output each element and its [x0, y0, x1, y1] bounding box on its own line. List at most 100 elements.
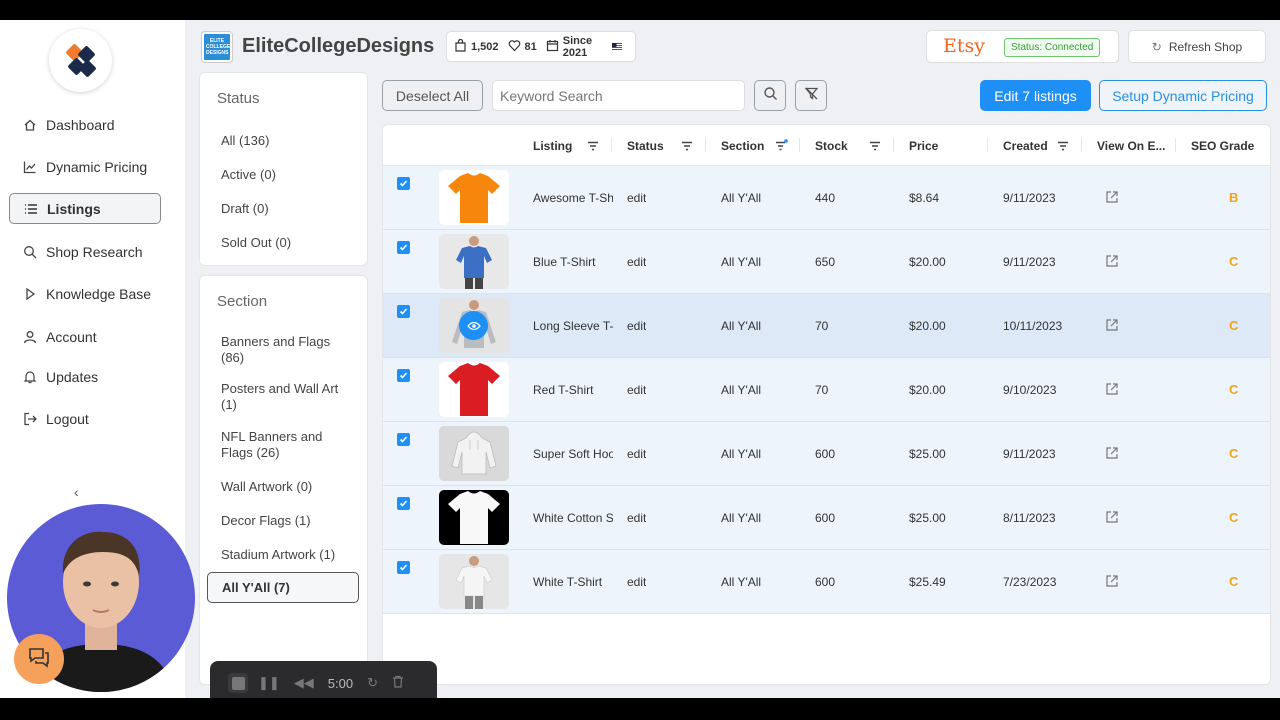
filter-icon[interactable] — [587, 139, 599, 157]
row-checkbox[interactable] — [397, 305, 410, 318]
table-row[interactable]: Red T-Shirt edit All Y'All 70 $20.00 9/1… — [383, 358, 1270, 422]
nav-dashboard[interactable]: Dashboard — [9, 109, 161, 140]
col-stock[interactable]: Stock — [815, 139, 848, 153]
table-row[interactable]: Super Soft Hoodie edit All Y'All 600 $25… — [383, 422, 1270, 486]
listing-thumbnail[interactable] — [439, 234, 509, 289]
section-filter-item[interactable]: Stadium Artwork (1) — [221, 547, 346, 563]
status-filter-active[interactable]: Active (0) — [221, 167, 346, 183]
external-link-icon[interactable] — [1105, 254, 1119, 273]
status-filter-all[interactable]: All (136) — [221, 133, 346, 149]
listing-status[interactable]: edit — [627, 511, 646, 525]
listing-status[interactable]: edit — [627, 319, 646, 333]
status-filter-sold-out[interactable]: Sold Out (0) — [221, 235, 346, 251]
stop-record-button[interactable] — [228, 673, 248, 693]
listing-status[interactable]: edit — [627, 447, 646, 461]
listing-status[interactable]: edit — [627, 383, 646, 397]
col-status[interactable]: Status — [627, 139, 664, 153]
row-checkbox[interactable] — [397, 177, 410, 190]
status-title: Status — [217, 90, 260, 107]
nav-logout[interactable]: Logout — [9, 403, 161, 434]
listing-thumbnail[interactable] — [439, 426, 509, 481]
setup-dynamic-pricing-button[interactable]: Setup Dynamic Pricing — [1099, 80, 1267, 111]
restart-icon[interactable]: ↻ — [367, 675, 378, 691]
main-content: ELITE COLLEGE DESIGNS EliteCollegeDesign… — [185, 20, 1280, 698]
rewind-icon[interactable]: ◀◀ — [294, 675, 314, 691]
col-view-on-etsy[interactable]: View On E... — [1097, 139, 1165, 153]
listing-title: Long Sleeve T-Shirt — [533, 319, 613, 333]
search-icon — [763, 86, 778, 106]
listing-price: $20.00 — [909, 319, 946, 333]
listing-thumbnail[interactable] — [439, 362, 509, 417]
nav-shop-research[interactable]: Shop Research — [9, 236, 161, 267]
seo-grade: C — [1229, 510, 1239, 525]
pause-icon[interactable]: ❚❚ — [258, 675, 280, 691]
listing-thumbnail[interactable] — [439, 298, 509, 353]
search-button[interactable] — [754, 80, 786, 111]
keyword-search-input[interactable] — [492, 80, 745, 111]
listing-thumbnail[interactable] — [439, 554, 509, 609]
external-link-icon[interactable] — [1105, 190, 1119, 209]
calendar-icon — [546, 39, 563, 55]
listing-stock: 650 — [815, 255, 836, 269]
trash-icon[interactable] — [392, 675, 404, 691]
listing-price: $8.64 — [909, 191, 940, 205]
listing-status[interactable]: edit — [627, 255, 646, 269]
listing-thumbnail[interactable] — [439, 170, 509, 225]
filter-icon[interactable] — [869, 139, 881, 157]
active-filter-icon[interactable] — [775, 139, 788, 157]
table-row[interactable]: Blue T-Shirt edit All Y'All 650 $20.00 9… — [383, 230, 1270, 294]
section-filter-item[interactable]: Wall Artwork (0) — [221, 479, 346, 495]
external-link-icon[interactable] — [1105, 446, 1119, 465]
table-row[interactable]: White T-Shirt edit All Y'All 600 $25.49 … — [383, 550, 1270, 614]
seo-grade: B — [1229, 190, 1239, 205]
col-price[interactable]: Price — [909, 139, 938, 153]
app-logo[interactable] — [49, 29, 112, 92]
section-filter-item[interactable]: Decor Flags (1) — [221, 513, 346, 529]
row-checkbox[interactable] — [397, 561, 410, 574]
table-row[interactable]: Long Sleeve T-Shirt edit All Y'All 70 $2… — [383, 294, 1270, 358]
nav-knowledge-base[interactable]: Knowledge Base — [9, 278, 161, 309]
listing-stock: 440 — [815, 191, 836, 205]
section-filter-item[interactable]: Banners and Flags (86) — [221, 334, 346, 366]
nav-dynamic-pricing[interactable]: Dynamic Pricing — [9, 151, 161, 182]
external-link-icon[interactable] — [1105, 574, 1119, 593]
collapse-sidebar-icon[interactable]: ‹ — [74, 484, 79, 500]
nav-listings[interactable]: Listings — [9, 193, 161, 224]
eye-icon[interactable] — [459, 311, 488, 340]
nav-updates[interactable]: Updates — [9, 361, 161, 392]
row-checkbox[interactable] — [397, 433, 410, 446]
refresh-shop-button[interactable]: ↻ Refresh Shop — [1128, 30, 1266, 63]
listing-status[interactable]: edit — [627, 575, 646, 589]
listing-section: All Y'All — [721, 575, 762, 589]
logout-icon — [22, 411, 38, 427]
nav-account[interactable]: Account — [9, 321, 161, 352]
chat-button[interactable] — [14, 634, 64, 684]
col-seo-grade[interactable]: SEO Grade — [1191, 139, 1254, 153]
deselect-all-button[interactable]: Deselect All — [382, 80, 483, 111]
listing-title: Awesome T-Shirt — [533, 191, 613, 205]
filter-icon[interactable] — [681, 139, 693, 157]
external-link-icon[interactable] — [1105, 382, 1119, 401]
col-section[interactable]: Section — [721, 139, 764, 153]
table-row[interactable]: Awesome T-Shirt edit All Y'All 440 $8.64… — [383, 166, 1270, 230]
listing-status[interactable]: edit — [627, 191, 646, 205]
status-filter-draft[interactable]: Draft (0) — [221, 201, 346, 217]
filter-icon[interactable] — [1057, 139, 1069, 157]
row-checkbox[interactable] — [397, 369, 410, 382]
edit-listings-button[interactable]: Edit 7 listings — [980, 80, 1091, 111]
external-link-icon[interactable] — [1105, 510, 1119, 529]
section-filter-active[interactable]: All Y'All (7) — [207, 572, 359, 603]
listing-title: Red T-Shirt — [533, 383, 594, 397]
section-filter-item[interactable]: Posters and Wall Art (1) — [221, 381, 346, 413]
external-link-icon[interactable] — [1105, 318, 1119, 337]
col-created[interactable]: Created — [1003, 139, 1048, 153]
section-filter-item[interactable]: NFL Banners and Flags (26) — [221, 429, 346, 461]
row-checkbox[interactable] — [397, 497, 410, 510]
sales-count: 1,502 — [471, 40, 499, 53]
clear-filter-button[interactable] — [795, 80, 827, 111]
table-row[interactable]: White Cotton Shirt edit All Y'All 600 $2… — [383, 486, 1270, 550]
col-listing[interactable]: Listing — [533, 139, 572, 153]
listing-thumbnail[interactable] — [439, 490, 509, 545]
row-checkbox[interactable] — [397, 241, 410, 254]
seo-grade: C — [1229, 254, 1239, 269]
